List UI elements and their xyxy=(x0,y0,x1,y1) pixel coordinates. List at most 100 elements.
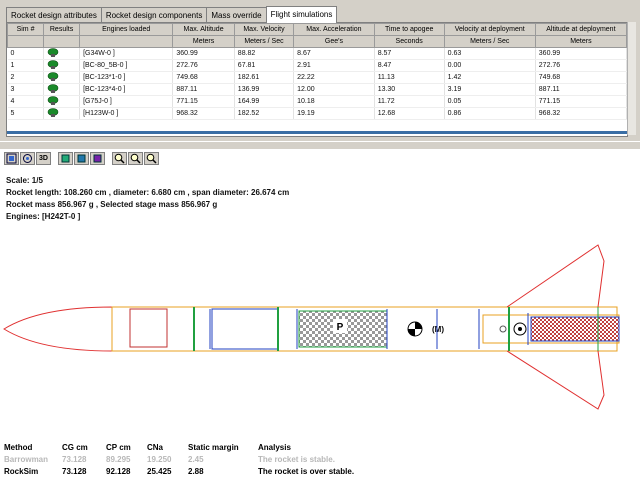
table-cell: 0.63 xyxy=(444,47,536,60)
results-cell: 19.250 xyxy=(147,455,172,464)
results-row-barrowman: Barrowman 73.128 89.295 19.250 2.45 The rocke… xyxy=(4,454,418,466)
results-cell: CNa xyxy=(147,443,164,452)
results-cell: The rocket is stable. xyxy=(258,455,335,464)
column-header[interactable]: Altitude at deployment xyxy=(534,23,627,36)
table-units-row: Meters Meters / Sec Gee's Seconds Meters / S… xyxy=(7,35,627,48)
table-cell: 749.68 xyxy=(535,71,627,84)
table-cell: 771.15 xyxy=(172,95,235,108)
table-cell: 5 xyxy=(7,107,45,120)
results-cell: The rocket is over stable. xyxy=(258,467,355,476)
zoom-in-icon[interactable] xyxy=(112,152,127,165)
column-header[interactable]: Results xyxy=(43,23,81,36)
tab-flight-simulations[interactable]: Flight simulations xyxy=(265,6,338,23)
inner-tube-1 xyxy=(129,308,168,348)
column-header[interactable]: Sim # xyxy=(7,23,45,36)
vertical-scrollbar[interactable] xyxy=(627,22,636,135)
table-cell: 360.99 xyxy=(172,47,235,60)
table-cell: [BC-80_5B-0 ] xyxy=(79,59,174,72)
table-cell: 1 xyxy=(7,59,45,72)
table-cell: 13.30 xyxy=(374,83,445,96)
motor xyxy=(530,316,620,342)
toolbar-separator xyxy=(52,152,57,165)
results-cell: 2.88 xyxy=(188,467,204,476)
table-cell: 272.76 xyxy=(535,59,627,72)
column-header[interactable]: Engines loaded xyxy=(79,23,174,36)
3d-button[interactable]: 3D xyxy=(36,152,51,165)
table-cell: [BC-123*4-0 ] xyxy=(79,83,174,96)
tab-rocket-design-components[interactable]: Rocket design components xyxy=(100,7,208,22)
result-status-icon xyxy=(43,83,81,96)
zoom-fit-icon[interactable] xyxy=(144,152,159,165)
view2-icon[interactable] xyxy=(20,152,35,165)
result-status-icon xyxy=(43,47,81,60)
engine-icon[interactable] xyxy=(58,152,73,165)
column-header[interactable]: Max. Velocity xyxy=(233,23,295,36)
column-header[interactable]: Max. Acceleration xyxy=(293,23,375,36)
rocket-mass: Rocket mass 856.967 g , Selected stage m… xyxy=(6,200,218,209)
table-cell: 272.76 xyxy=(172,59,235,72)
table-cell: 11.13 xyxy=(374,71,445,84)
table-cell: 8.67 xyxy=(293,47,375,60)
table-cell: 182.61 xyxy=(234,71,295,84)
motor-marker xyxy=(499,325,507,333)
table-cell: [G34W-0 ] xyxy=(79,47,174,60)
column-unit: Gee's xyxy=(293,35,375,48)
rocket-drawing[interactable]: P (M) xyxy=(0,235,640,425)
zoom-out-icon[interactable] xyxy=(128,152,143,165)
engine2-icon[interactable] xyxy=(74,152,89,165)
results-cell: 25.425 xyxy=(147,467,172,476)
results-cell: CG cm xyxy=(62,443,88,452)
column-unit: Meters / Sec xyxy=(443,35,536,48)
results-cell: 89.295 xyxy=(106,455,131,464)
table-row[interactable]: 0 [G34W-0 ] 360.99 88.82 8.67 8.57 0.63 360.99 xyxy=(7,47,627,60)
column-header[interactable]: Max. Altitude xyxy=(172,23,235,36)
column-unit xyxy=(7,35,45,48)
fin-top xyxy=(506,244,605,308)
result-status-icon xyxy=(43,59,81,72)
table-row[interactable]: 4 [G75J-0 ] 771.15 164.99 10.18 11.72 0.05 771.… xyxy=(7,95,627,108)
table-cell: 3.19 xyxy=(444,83,536,96)
rocket-design-view: 3D Scale: 1/5 Rocket length: 108.260 cm … xyxy=(0,149,640,483)
view-icon[interactable] xyxy=(4,152,19,165)
rocket-dimensions: Rocket length: 108.260 cm , diameter: 6.… xyxy=(6,188,290,197)
results-row-rocksim: RockSim 73.128 92.128 25.425 2.88 The rocket … xyxy=(4,466,418,478)
table-cell: 8.57 xyxy=(374,47,445,60)
table-cell: 4 xyxy=(7,95,45,108)
table-row[interactable]: 1 [BC-80_5B-0 ] 272.76 67.81 2.91 8.47 0.00 272… xyxy=(7,59,627,72)
table-row[interactable]: 5 [H123W-0 ] 968.32 182.52 19.19 12.68 0.86 968… xyxy=(7,107,627,120)
table-cell: 360.99 xyxy=(535,47,627,60)
column-header[interactable]: Velocity at deployment xyxy=(443,23,536,36)
results-cell: 73.128 xyxy=(62,467,87,476)
toolbar-separator xyxy=(106,152,111,165)
table-row[interactable]: 3 [BC-123*4-0 ] 887.11 136.99 12.00 13.30 3.19… xyxy=(7,83,627,96)
engine3-icon[interactable] xyxy=(90,152,105,165)
table-cell: 3 xyxy=(7,83,45,96)
result-status-icon xyxy=(43,107,81,120)
table-cell: 2.91 xyxy=(293,59,375,72)
table-cell: [BC-123*1-0 ] xyxy=(79,71,174,84)
nose-cone xyxy=(3,306,113,352)
engines-label: Engines: [H242T-0 ] xyxy=(6,212,81,221)
table-cell: 0.05 xyxy=(444,95,536,108)
table-cell: 749.68 xyxy=(172,71,235,84)
tab-mass-override[interactable]: Mass override xyxy=(206,7,267,22)
table-cell: 0.00 xyxy=(444,59,536,72)
result-status-icon xyxy=(43,71,81,84)
column-header[interactable]: Time to apogee xyxy=(373,23,445,36)
column-unit: Seconds xyxy=(373,35,445,48)
table-cell: 0 xyxy=(7,47,45,60)
table-cell: 0.86 xyxy=(444,107,536,120)
results-cell: RockSim xyxy=(4,467,39,476)
table-cell: 182.52 xyxy=(234,107,295,120)
results-cell: 2.45 xyxy=(188,455,204,464)
payload-label: P xyxy=(337,322,344,333)
tab-rocket-design-attributes[interactable]: Rocket design attributes xyxy=(6,7,102,22)
column-unit xyxy=(79,35,174,48)
table-cell: 11.72 xyxy=(374,95,445,108)
table-cell: 771.15 xyxy=(535,95,627,108)
body-section-1 xyxy=(211,308,279,350)
table-cell: 2 xyxy=(7,71,45,84)
results-cell: 92.128 xyxy=(106,467,131,476)
column-unit: Meters xyxy=(534,35,627,48)
table-row[interactable]: 2 [BC-123*1-0 ] 749.68 182.61 22.22 11.13 1.42… xyxy=(7,71,627,84)
